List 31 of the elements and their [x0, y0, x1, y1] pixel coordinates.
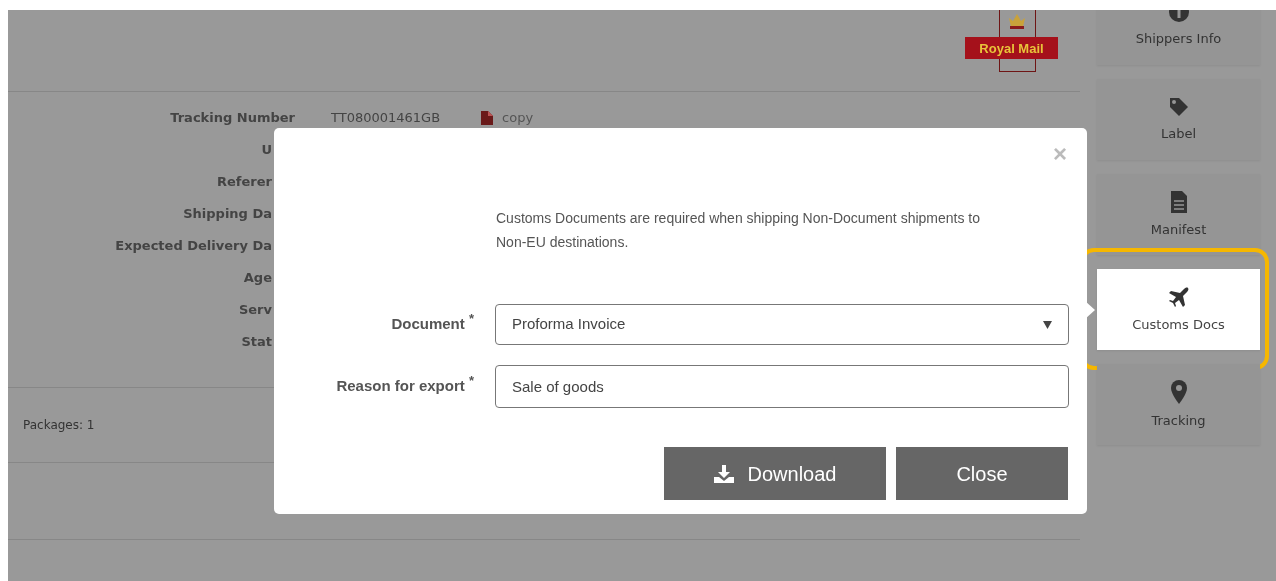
field-label: Reason for export $^{*}$ — [335, 375, 474, 397]
document-select[interactable]: Proforma Invoice — [495, 304, 1069, 345]
download-button[interactable]: Download — [664, 447, 886, 500]
crown-icon — [1007, 12, 1027, 30]
document-icon — [1169, 189, 1188, 214]
field-label: Serv — [237, 301, 272, 320]
close-button[interactable]: Close — [896, 447, 1068, 500]
tag-icon — [1167, 95, 1190, 118]
field-label: Referer — [216, 173, 272, 192]
reason-input[interactable]: Sale of goods — [495, 365, 1069, 408]
copy-link[interactable]: copy — [502, 108, 534, 128]
tracking-number: TT080001461GB — [331, 109, 441, 128]
field-label: Document $^{*}$ — [390, 313, 474, 335]
field-label: Shipping Da — [182, 205, 272, 224]
sidebar-item[interactable]: Customs Docs — [1097, 269, 1260, 350]
royal-mail-logo: Royal Mail — [965, 10, 1058, 72]
sidebar-item[interactable]: Label — [1097, 79, 1260, 160]
sidebar-item[interactable]: Manifest — [1097, 174, 1260, 255]
field-label: Expected Delivery Da — [114, 237, 272, 256]
sidebar-item[interactable]: Shippers Info — [1097, 10, 1260, 65]
caret-icon — [1043, 320, 1052, 329]
sidebar-item[interactable]: Tracking — [1097, 364, 1260, 445]
location-pin-icon — [1169, 378, 1188, 405]
field-label: Stat — [240, 333, 272, 352]
copy-icon[interactable] — [480, 110, 495, 126]
field-label: Tracking Number — [169, 109, 295, 128]
intro-text: Customs Documents are required when shipping Non-Document shipments to Non-EU destinations. — [496, 209, 981, 252]
field-label: U — [260, 141, 272, 160]
packages-count: Packages: 1 — [23, 417, 95, 434]
field-label: Age — [242, 269, 272, 288]
download-icon — [713, 464, 734, 483]
